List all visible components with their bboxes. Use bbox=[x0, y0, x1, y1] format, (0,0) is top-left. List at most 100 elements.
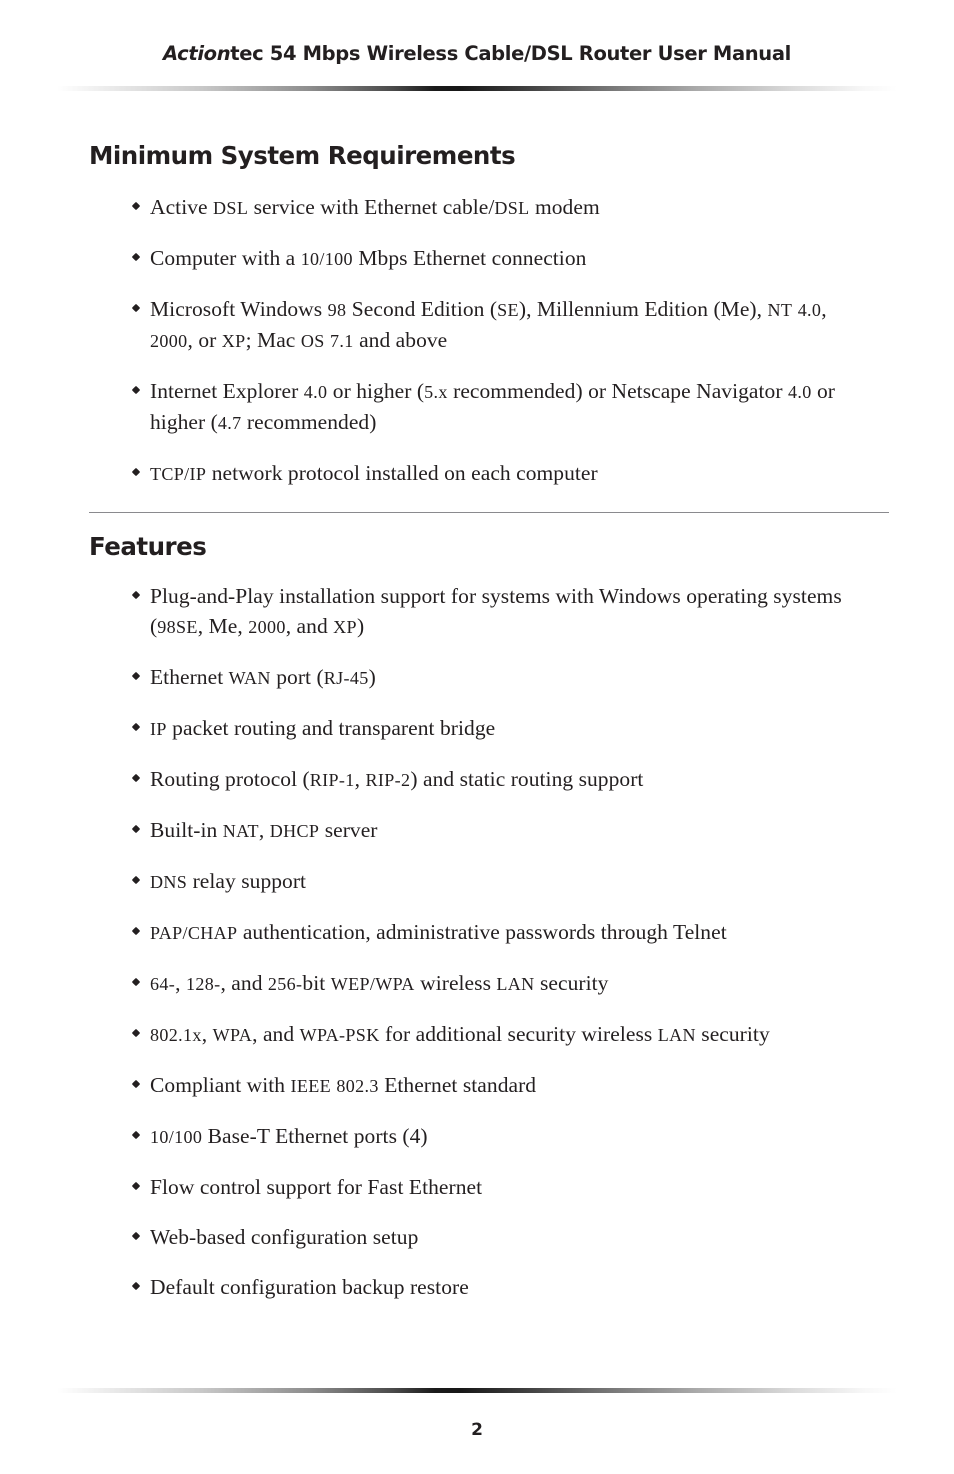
list-item: 10/100 Base-T Ethernet ports (4) bbox=[0, 1121, 954, 1152]
list-item: TCP/IP network protocol installed on eac… bbox=[0, 458, 954, 489]
list-item-text: IP packet routing and transparent bridge bbox=[150, 716, 496, 740]
small-caps-token: 2000 bbox=[248, 617, 286, 637]
bullet-diamond-icon bbox=[131, 1281, 141, 1291]
bullet-diamond-icon bbox=[131, 824, 141, 834]
small-caps-token: 256- bbox=[267, 974, 303, 994]
list-item-text: 10/100 Base-T Ethernet ports (4) bbox=[150, 1124, 428, 1148]
small-caps-token: DSL bbox=[213, 198, 249, 218]
bullet-diamond-icon bbox=[131, 1181, 141, 1191]
small-caps-token: TCP/IP bbox=[150, 464, 207, 484]
small-caps-token: 4.0 bbox=[787, 382, 812, 402]
page-header: Actiontec 54 Mbps Wireless Cable/DSL Rou… bbox=[0, 0, 954, 92]
bullet-diamond-icon bbox=[131, 1028, 141, 1038]
list-item-text: Routing protocol (RIP-1, RIP-2) and stat… bbox=[150, 767, 644, 791]
list-item: Compliant with IEEE 802.3 Ethernet stand… bbox=[0, 1070, 954, 1101]
list-item: IP packet routing and transparent bridge bbox=[0, 713, 954, 744]
list-item: DNS relay support bbox=[0, 866, 954, 897]
small-caps-token: 4.0 bbox=[303, 382, 328, 402]
bullet-diamond-icon bbox=[131, 252, 141, 262]
small-caps-token: OS bbox=[300, 331, 325, 351]
section-heading-features: Features bbox=[89, 532, 207, 561]
page-number: 2 bbox=[471, 1420, 483, 1440]
list-item-text: TCP/IP network protocol installed on eac… bbox=[150, 461, 598, 485]
list-item: 64-, 128-, and 256-bit WEP/WPA wireless … bbox=[0, 968, 954, 999]
small-caps-token: RIP-1 bbox=[309, 770, 355, 790]
list-item-text: 64-, 128-, and 256-bit WEP/WPA wireless … bbox=[150, 971, 609, 995]
bullet-diamond-icon bbox=[131, 671, 141, 681]
list-item-text: Computer with a 10/100 Mbps Ethernet con… bbox=[150, 246, 587, 270]
list-item-text: Web-based configuration setup bbox=[150, 1225, 419, 1249]
small-caps-token: 4.0 bbox=[797, 300, 822, 320]
small-caps-token: 10/100 bbox=[300, 249, 353, 269]
small-caps-token: WPA-PSK bbox=[299, 1025, 380, 1045]
bullet-diamond-icon bbox=[131, 385, 141, 395]
bullet-diamond-icon bbox=[131, 926, 141, 936]
small-caps-token: RIP-2 bbox=[365, 770, 411, 790]
list-item-text: Flow control support for Fast Ethernet bbox=[150, 1175, 483, 1199]
small-caps-token: SE bbox=[497, 300, 519, 320]
small-caps-token: DSL bbox=[494, 198, 530, 218]
bullet-diamond-icon bbox=[131, 1079, 141, 1089]
bullet-diamond-icon bbox=[131, 467, 141, 477]
small-caps-token: 802.3 bbox=[336, 1076, 379, 1096]
list-item-text: Internet Explorer 4.0 or higher (5.x rec… bbox=[150, 379, 836, 434]
list-item-text: Active DSL service with Ethernet cable/D… bbox=[150, 195, 600, 219]
list-item-text: Built-in NAT, DHCP server bbox=[150, 818, 378, 842]
small-caps-token: 64- bbox=[150, 974, 176, 994]
list-item-text: DNS relay support bbox=[150, 869, 307, 893]
bullet-diamond-icon bbox=[131, 303, 141, 313]
list-item-text: Plug-and-Play installation support for s… bbox=[150, 584, 842, 638]
bullet-diamond-icon bbox=[131, 722, 141, 732]
list-item-text: PAP/CHAP authentication, administrative … bbox=[150, 920, 727, 944]
minimum-system-requirements-list: Active DSL service with Ethernet cable/D… bbox=[0, 192, 954, 509]
brand-name-italic: Action bbox=[163, 42, 231, 65]
small-caps-token: XP bbox=[333, 617, 357, 637]
small-caps-token: NT bbox=[767, 300, 793, 320]
small-caps-token: 10/100 bbox=[150, 1127, 203, 1147]
small-caps-token: IP bbox=[150, 719, 167, 739]
list-item-text: Ethernet WAN port (RJ-45) bbox=[150, 665, 376, 689]
section-heading-minimum-system-requirements: Minimum System Requirements bbox=[89, 141, 516, 170]
bullet-diamond-icon bbox=[131, 773, 141, 783]
list-item-text: Compliant with IEEE 802.3 Ethernet stand… bbox=[150, 1073, 537, 1097]
list-item: Built-in NAT, DHCP server bbox=[0, 815, 954, 846]
list-item: Routing protocol (RIP-1, RIP-2) and stat… bbox=[0, 764, 954, 795]
small-caps-token: LAN bbox=[496, 974, 535, 994]
list-item-text: Microsoft Windows 98 Second Edition (SE)… bbox=[150, 297, 827, 352]
small-caps-token: LAN bbox=[657, 1025, 696, 1045]
features-list: Plug-and-Play installation support for s… bbox=[0, 581, 954, 1322]
bullet-diamond-icon bbox=[131, 875, 141, 885]
small-caps-token: WEP/WPA bbox=[330, 974, 415, 994]
small-caps-token: DNS bbox=[150, 872, 188, 892]
small-caps-token: WAN bbox=[228, 668, 271, 688]
list-item: Microsoft Windows 98 Second Edition (SE)… bbox=[0, 294, 954, 356]
small-caps-token: NAT bbox=[222, 821, 259, 841]
section-divider bbox=[0, 512, 954, 513]
bullet-diamond-icon bbox=[131, 1231, 141, 1241]
bullet-diamond-icon bbox=[131, 590, 141, 600]
footer-gradient-rule bbox=[57, 1388, 897, 1393]
small-caps-token: IEEE bbox=[290, 1076, 331, 1096]
header-gradient-rule bbox=[57, 86, 897, 91]
list-item: Plug-and-Play installation support for s… bbox=[0, 581, 954, 642]
small-caps-token: XP bbox=[221, 331, 246, 351]
small-caps-token: 5.x bbox=[424, 382, 448, 402]
list-item: Active DSL service with Ethernet cable/D… bbox=[0, 192, 954, 223]
bullet-diamond-icon bbox=[131, 977, 141, 987]
small-caps-token: 128- bbox=[185, 974, 221, 994]
list-item: Computer with a 10/100 Mbps Ethernet con… bbox=[0, 243, 954, 274]
header-title-rest: tec 54 Mbps Wireless Cable/DSL Router Us… bbox=[230, 42, 791, 65]
list-item: PAP/CHAP authentication, administrative … bbox=[0, 917, 954, 948]
list-item: Internet Explorer 4.0 or higher (5.x rec… bbox=[0, 376, 954, 438]
list-item: Flow control support for Fast Ethernet bbox=[0, 1172, 954, 1202]
small-caps-token: PAP/CHAP bbox=[150, 923, 238, 943]
bullet-diamond-icon bbox=[131, 201, 141, 211]
page-footer: 2 bbox=[0, 1370, 954, 1474]
small-caps-token: RJ-45 bbox=[323, 668, 369, 688]
list-item: 802.1x, WPA, and WPA-PSK for additional … bbox=[0, 1019, 954, 1050]
small-caps-token: 98 bbox=[327, 300, 347, 320]
list-item: Web-based configuration setup bbox=[0, 1222, 954, 1252]
list-item: Ethernet WAN port (RJ-45) bbox=[0, 662, 954, 693]
small-caps-token: WPA bbox=[212, 1025, 253, 1045]
list-item-text: Default configuration backup restore bbox=[150, 1275, 469, 1299]
